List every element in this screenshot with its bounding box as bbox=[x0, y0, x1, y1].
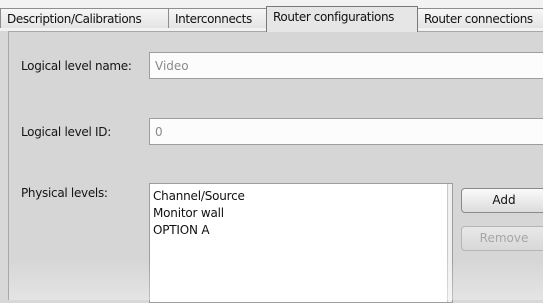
logical-level-name-label: Logical level name: bbox=[21, 59, 132, 73]
tab-router-connections[interactable]: Router connections bbox=[417, 8, 543, 28]
tab-router-configurations[interactable]: Router configurations bbox=[266, 6, 418, 32]
tab-bar: Description/Calibrations Interconnects R… bbox=[0, 0, 543, 32]
tab-interconnects[interactable]: Interconnects bbox=[168, 8, 267, 28]
remove-button[interactable]: Remove bbox=[461, 226, 543, 251]
physical-levels-label: Physical levels: bbox=[21, 186, 108, 200]
list-item[interactable]: Monitor wall bbox=[153, 205, 452, 222]
router-configurations-panel: Logical level name: Video Logical level … bbox=[8, 31, 543, 303]
logical-level-id-label: Logical level ID: bbox=[21, 125, 111, 139]
add-button[interactable]: Add bbox=[461, 188, 543, 213]
logical-level-id-field[interactable]: 0 bbox=[149, 118, 543, 145]
list-item[interactable]: OPTION A bbox=[153, 222, 452, 239]
list-item[interactable]: Channel/Source bbox=[153, 188, 452, 205]
logical-level-name-field[interactable]: Video bbox=[149, 52, 543, 79]
list-scroll-gutter[interactable] bbox=[447, 184, 452, 302]
tab-description-calibrations[interactable]: Description/Calibrations bbox=[0, 8, 169, 28]
physical-levels-list[interactable]: Channel/Source Monitor wall OPTION A bbox=[149, 183, 453, 303]
